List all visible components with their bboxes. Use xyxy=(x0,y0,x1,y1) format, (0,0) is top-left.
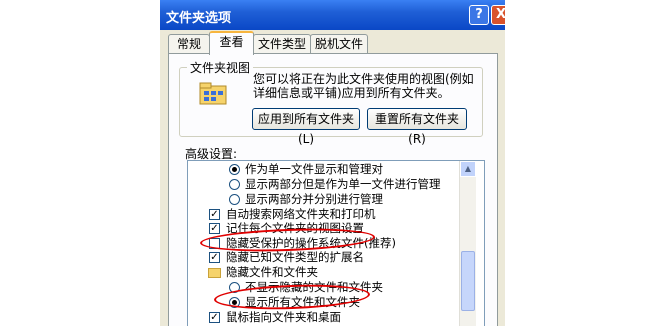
reset-all-folders-button[interactable]: 重置所有文件夹(R) xyxy=(367,108,467,146)
radio-button[interactable] xyxy=(229,179,240,190)
folder-view-description: 您可以将正在为此文件夹使用的视图(例如详细信息或平铺)应用到所有文件夹。 xyxy=(253,72,474,100)
checkbox[interactable]: ✓ xyxy=(209,223,220,234)
radio-button[interactable] xyxy=(229,164,240,175)
scroll-up-icon[interactable]: ▲ xyxy=(460,161,476,177)
window-title: 文件夹选项 xyxy=(166,11,232,26)
close-button[interactable]: X xyxy=(491,5,505,25)
checkbox[interactable]: ✓ xyxy=(209,312,220,323)
list-item: 显示两部分但是作为单一文件进行管理 xyxy=(245,177,441,191)
list-item: 隐藏文件和文件夹 xyxy=(226,265,318,279)
checkbox[interactable]: ✓ xyxy=(209,209,220,220)
folder-options-dialog: 文件夹选项 ? X 常规 查看 文件类型 脱机文件 文件夹视图 您可以将正在为此… xyxy=(160,0,505,326)
list-item: 鼠标指向文件夹和桌面 xyxy=(226,310,341,324)
list-item: 作为单一文件显示和管理对 xyxy=(245,162,383,176)
folder-icon xyxy=(208,268,221,278)
tab-file-types[interactable]: 文件类型 xyxy=(253,34,311,53)
list-scrollbar[interactable]: ▲ xyxy=(459,161,476,326)
folder-view-group-label: 文件夹视图 xyxy=(187,59,254,76)
tab-general[interactable]: 常规 xyxy=(168,34,210,53)
tab-view[interactable]: 查看 xyxy=(209,31,254,55)
radio-button[interactable] xyxy=(229,194,240,205)
list-item: 显示两部分并分别进行管理 xyxy=(245,192,383,206)
title-bar[interactable]: 文件夹选项 ? X xyxy=(160,0,505,30)
folder-view-icon xyxy=(198,80,228,106)
list-item: 自动搜索网络文件夹和打印机 xyxy=(226,207,376,221)
checkbox[interactable]: ✓ xyxy=(209,252,220,263)
list-item: 隐藏已知文件类型的扩展名 xyxy=(226,250,364,264)
apply-to-all-folders-button[interactable]: 应用到所有文件夹(L) xyxy=(252,108,360,146)
scroll-thumb[interactable] xyxy=(461,251,475,311)
tab-offline-files[interactable]: 脱机文件 xyxy=(310,34,368,53)
help-button[interactable]: ? xyxy=(469,5,489,25)
